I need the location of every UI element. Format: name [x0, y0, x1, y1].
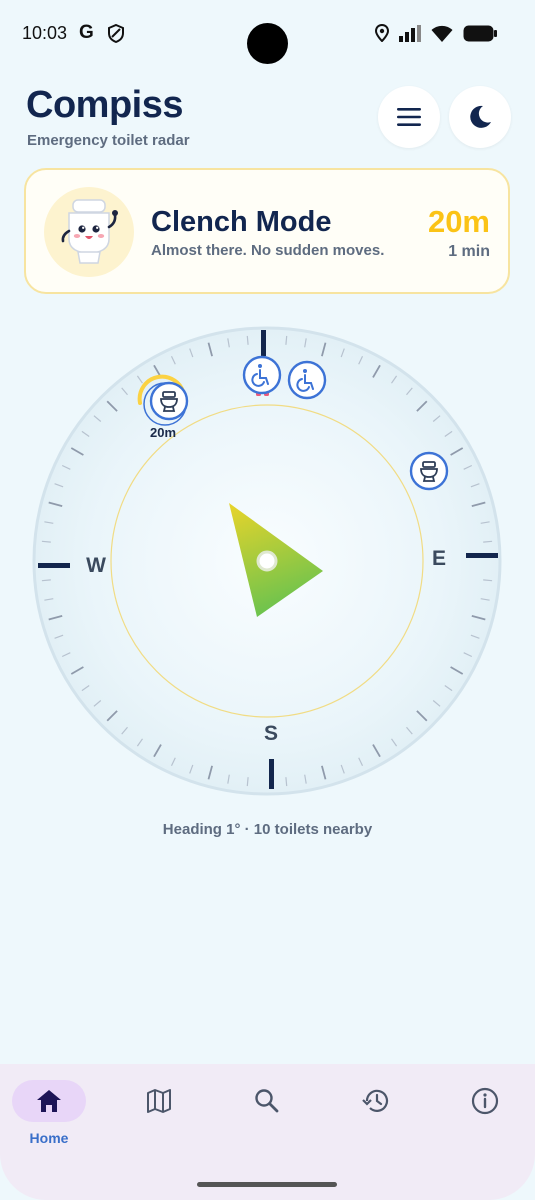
nav-search-indicator: [230, 1080, 304, 1122]
app-screen: 10:03 G Compiss Emergency toilet radar C…: [0, 0, 535, 1200]
north-marker: [261, 330, 266, 356]
nav-map[interactable]: [114, 1078, 204, 1148]
bottom-navigation: Home: [0, 1064, 535, 1200]
nav-home-label: Home: [29, 1130, 69, 1146]
compass-tick: [41, 579, 51, 582]
status-time: 10:03: [22, 23, 68, 43]
south-label: S: [264, 722, 278, 745]
google-icon: G: [79, 22, 94, 43]
toilet-marker-accessible[interactable]: [287, 360, 327, 400]
compass-tick: [483, 579, 493, 582]
history-icon: [362, 1089, 389, 1112]
moon-icon: [470, 105, 491, 128]
toilet-marker[interactable]: [409, 451, 449, 491]
theme-toggle-button[interactable]: [449, 86, 511, 148]
east-marker: [466, 553, 498, 558]
west-marker: [38, 563, 70, 568]
location-icon: [375, 24, 389, 42]
compass-tick: [285, 335, 288, 345]
info-icon: [471, 1087, 499, 1115]
app-subtitle: Emergency toilet radar: [27, 132, 190, 149]
compass-tick: [246, 777, 249, 787]
compass-tick: [285, 777, 288, 787]
nav-map-indicator: [122, 1080, 196, 1122]
nearest-distance: 20m: [427, 204, 490, 239]
nav-home-indicator: [12, 1080, 86, 1122]
south-marker: [269, 759, 274, 789]
mode-card[interactable]: Clench Mode Almost there. No sudden move…: [24, 168, 510, 294]
compass-radar[interactable]: W E S 20m: [0, 300, 535, 820]
mode-subtitle: Almost there. No sudden moves.: [151, 242, 385, 259]
battery-icon: [463, 25, 497, 41]
compass-tick: [246, 335, 249, 345]
nearest-marker-distance: 20m: [150, 425, 176, 440]
menu-button[interactable]: [378, 86, 440, 148]
camera-cutout: [247, 23, 288, 64]
nav-history[interactable]: [331, 1078, 421, 1148]
east-label: E: [432, 547, 446, 570]
compass-tick: [483, 540, 493, 543]
nav-info[interactable]: [440, 1078, 530, 1148]
signal-icon: [399, 24, 421, 42]
heading-status: Heading 1° · 10 toilets nearby: [162, 821, 373, 838]
map-icon: [147, 1089, 171, 1113]
toilet-mascot-icon: [61, 199, 118, 264]
compass-tick: [41, 540, 51, 543]
nav-info-indicator: [448, 1080, 522, 1122]
shield-icon: [108, 24, 124, 43]
status-bar: 10:03 G: [0, 0, 535, 70]
west-label: W: [86, 554, 106, 577]
nearest-eta: 1 min: [448, 243, 490, 260]
arrow-pivot: [256, 550, 278, 572]
search-icon: [255, 1089, 279, 1113]
wifi-icon: [431, 25, 453, 42]
nav-home[interactable]: Home: [4, 1078, 94, 1148]
hamburger-menu-icon: [397, 108, 421, 126]
nav-search[interactable]: [222, 1078, 312, 1148]
mascot-avatar: [44, 187, 134, 277]
mode-title: Clench Mode: [151, 206, 332, 238]
app-title: Compiss: [26, 84, 183, 126]
home-icon: [37, 1090, 61, 1112]
nav-history-indicator: [339, 1080, 413, 1122]
gesture-bar[interactable]: [197, 1182, 337, 1187]
